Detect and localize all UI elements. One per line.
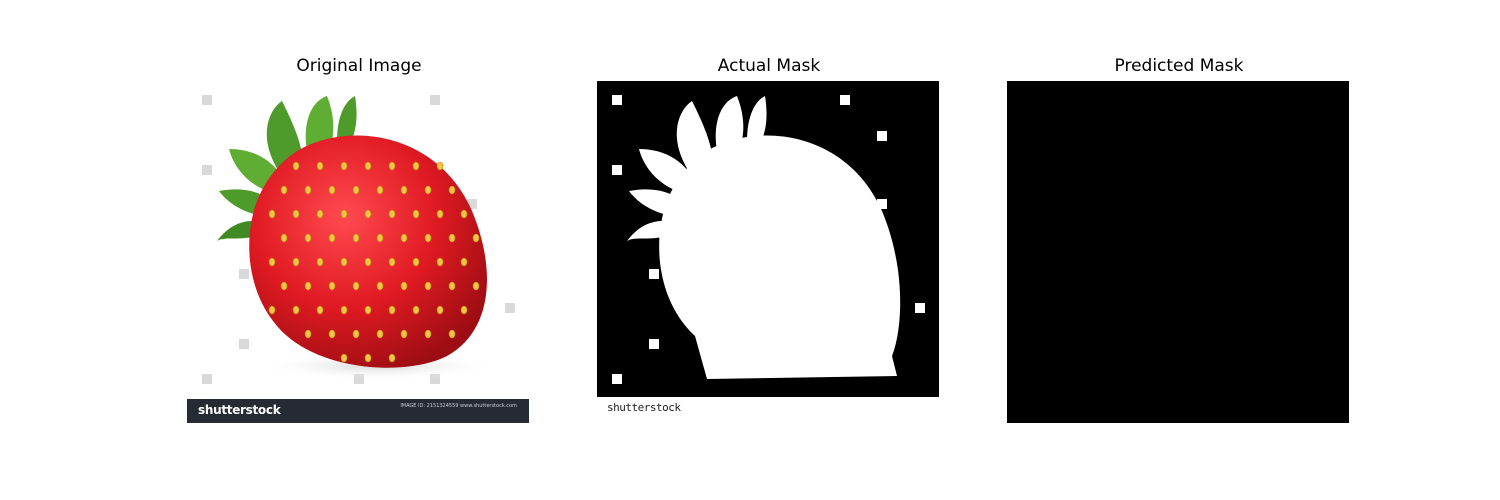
seed: [364, 209, 372, 219]
mask-watermark-text: shutterstock: [607, 401, 681, 414]
shutterstock-logo: shutterstock: [198, 403, 281, 417]
mask-noise: [877, 199, 887, 209]
seed: [268, 209, 276, 219]
seed: [424, 185, 432, 195]
seed: [376, 233, 384, 243]
mask-noise: [612, 165, 622, 175]
seed: [388, 305, 396, 315]
seed: [340, 305, 348, 315]
seed: [388, 209, 396, 219]
seed: [304, 281, 312, 291]
seed: [448, 329, 456, 339]
seed: [280, 185, 288, 195]
seed: [460, 209, 468, 219]
seed: [352, 185, 360, 195]
seed: [304, 185, 312, 195]
panel-title: Predicted Mask: [1114, 56, 1244, 76]
seed: [376, 329, 384, 339]
strawberry-illustration: [217, 96, 497, 380]
seed: [328, 185, 336, 195]
seed: [364, 305, 372, 315]
seed: [328, 281, 336, 291]
mask-shape: [627, 96, 901, 379]
seed: [316, 305, 324, 315]
seed: [268, 305, 276, 315]
mask-noise: [612, 374, 622, 384]
seed: [328, 233, 336, 243]
predicted-mask-image: [1007, 81, 1349, 423]
seed: [436, 305, 444, 315]
watermark-banner: shutterstock IMAGE ID: 2151324559 www.sh…: [187, 399, 529, 423]
seed: [412, 161, 420, 171]
seed: [316, 257, 324, 267]
seed: [340, 353, 348, 363]
seed: [388, 353, 396, 363]
original-image: shutterstock IMAGE ID: 2151324559 www.sh…: [187, 81, 529, 423]
mask-noise: [649, 339, 659, 349]
seed: [424, 233, 432, 243]
seed: [412, 305, 420, 315]
seed: [304, 233, 312, 243]
seed: [448, 185, 456, 195]
seed: [400, 185, 408, 195]
seed: [340, 161, 348, 171]
mask-noise: [612, 95, 622, 105]
seed: [316, 209, 324, 219]
seed: [424, 329, 432, 339]
seed: [364, 161, 372, 171]
seed: [460, 305, 468, 315]
seed: [472, 233, 480, 243]
seed: [460, 257, 468, 267]
seed: [388, 161, 396, 171]
panel-title: Actual Mask: [717, 56, 821, 76]
seed: [340, 257, 348, 267]
seed: [316, 161, 324, 171]
seed: [376, 185, 384, 195]
seed: [376, 281, 384, 291]
seed: [448, 233, 456, 243]
mask-noise: [840, 95, 850, 105]
seed: [268, 257, 276, 267]
mask-noise: [915, 303, 925, 313]
seed: [400, 233, 408, 243]
seed: [412, 257, 420, 267]
seed: [364, 257, 372, 267]
seed: [400, 281, 408, 291]
seed: [400, 329, 408, 339]
seed: [280, 233, 288, 243]
seed: [352, 281, 360, 291]
seed: [340, 209, 348, 219]
seed: [304, 329, 312, 339]
banner-image-id: IMAGE ID: 2151324559 www.shutterstock.co…: [400, 403, 517, 409]
seed: [388, 257, 396, 267]
panel-title: Original Image: [296, 56, 422, 76]
actual-mask-panel: Actual Mask shutterstock: [597, 52, 941, 424]
seed: [292, 209, 300, 219]
seed: [292, 161, 300, 171]
seed: [352, 233, 360, 243]
seed: [436, 209, 444, 219]
seed: [292, 305, 300, 315]
seed: [424, 281, 432, 291]
seed: [436, 161, 444, 171]
seed: [364, 353, 372, 363]
mask-noise: [649, 269, 659, 279]
seed: [328, 329, 336, 339]
seed: [436, 257, 444, 267]
predicted-mask-panel: Predicted Mask: [1007, 52, 1351, 424]
seed: [412, 209, 420, 219]
mask-noise: [877, 131, 887, 141]
seed: [280, 281, 288, 291]
actual-mask-image: shutterstock: [597, 81, 939, 423]
seed: [292, 257, 300, 267]
mask-watermark-strip: shutterstock: [597, 397, 939, 423]
seed: [472, 281, 480, 291]
seed: [448, 281, 456, 291]
original-image-panel: Original Image shutterstock IMAGE ID: 21…: [187, 52, 531, 424]
seed: [352, 329, 360, 339]
